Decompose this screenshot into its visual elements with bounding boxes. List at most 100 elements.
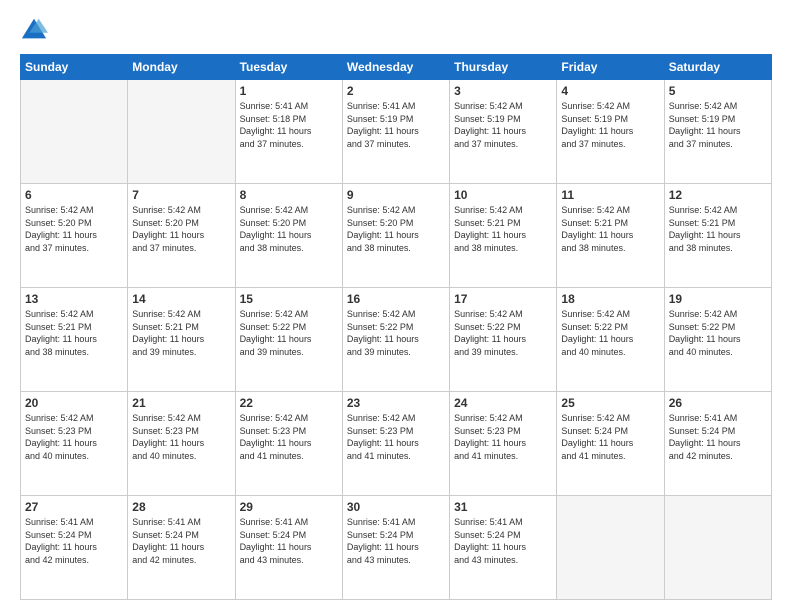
col-header-tuesday: Tuesday bbox=[235, 55, 342, 80]
day-cell: 11 Sunrise: 5:42 AM Sunset: 5:21 PM Dayli… bbox=[557, 184, 664, 288]
day-cell: 10 Sunrise: 5:42 AM Sunset: 5:21 PM Dayli… bbox=[450, 184, 557, 288]
day-cell: 26 Sunrise: 5:41 AM Sunset: 5:24 PM Dayli… bbox=[664, 392, 771, 496]
day-number: 17 bbox=[454, 292, 552, 306]
day-number: 9 bbox=[347, 188, 445, 202]
day-number: 10 bbox=[454, 188, 552, 202]
day-info: Sunrise: 5:42 AM Sunset: 5:20 PM Dayligh… bbox=[240, 204, 338, 254]
col-header-sunday: Sunday bbox=[21, 55, 128, 80]
day-number: 1 bbox=[240, 84, 338, 98]
day-info: Sunrise: 5:42 AM Sunset: 5:23 PM Dayligh… bbox=[347, 412, 445, 462]
day-number: 18 bbox=[561, 292, 659, 306]
week-row-3: 20 Sunrise: 5:42 AM Sunset: 5:23 PM Dayli… bbox=[21, 392, 772, 496]
day-info: Sunrise: 5:41 AM Sunset: 5:19 PM Dayligh… bbox=[347, 100, 445, 150]
day-number: 26 bbox=[669, 396, 767, 410]
day-number: 19 bbox=[669, 292, 767, 306]
day-number: 12 bbox=[669, 188, 767, 202]
day-number: 7 bbox=[132, 188, 230, 202]
day-info: Sunrise: 5:42 AM Sunset: 5:21 PM Dayligh… bbox=[25, 308, 123, 358]
day-cell: 6 Sunrise: 5:42 AM Sunset: 5:20 PM Daylig… bbox=[21, 184, 128, 288]
day-info: Sunrise: 5:42 AM Sunset: 5:21 PM Dayligh… bbox=[454, 204, 552, 254]
day-number: 24 bbox=[454, 396, 552, 410]
day-info: Sunrise: 5:41 AM Sunset: 5:24 PM Dayligh… bbox=[25, 516, 123, 566]
day-info: Sunrise: 5:41 AM Sunset: 5:24 PM Dayligh… bbox=[454, 516, 552, 566]
day-number: 16 bbox=[347, 292, 445, 306]
day-cell: 8 Sunrise: 5:42 AM Sunset: 5:20 PM Daylig… bbox=[235, 184, 342, 288]
day-info: Sunrise: 5:42 AM Sunset: 5:20 PM Dayligh… bbox=[25, 204, 123, 254]
day-number: 2 bbox=[347, 84, 445, 98]
day-number: 4 bbox=[561, 84, 659, 98]
day-cell: 21 Sunrise: 5:42 AM Sunset: 5:23 PM Dayli… bbox=[128, 392, 235, 496]
day-cell: 19 Sunrise: 5:42 AM Sunset: 5:22 PM Dayli… bbox=[664, 288, 771, 392]
page: SundayMondayTuesdayWednesdayThursdayFrid… bbox=[0, 0, 792, 612]
day-cell: 12Sunrise: 5:42 AM Sunset: 5:21 PM Dayli… bbox=[664, 184, 771, 288]
day-number: 14 bbox=[132, 292, 230, 306]
day-number: 8 bbox=[240, 188, 338, 202]
day-number: 20 bbox=[25, 396, 123, 410]
day-info: Sunrise: 5:42 AM Sunset: 5:19 PM Dayligh… bbox=[561, 100, 659, 150]
day-number: 13 bbox=[25, 292, 123, 306]
day-info: Sunrise: 5:42 AM Sunset: 5:20 PM Dayligh… bbox=[347, 204, 445, 254]
day-info: Sunrise: 5:41 AM Sunset: 5:24 PM Dayligh… bbox=[669, 412, 767, 462]
day-cell: 22Sunrise: 5:42 AM Sunset: 5:23 PM Dayli… bbox=[235, 392, 342, 496]
day-cell: 2 Sunrise: 5:41 AM Sunset: 5:19 PM Daylig… bbox=[342, 80, 449, 184]
day-info: Sunrise: 5:42 AM Sunset: 5:20 PM Dayligh… bbox=[132, 204, 230, 254]
day-cell: 23Sunrise: 5:42 AM Sunset: 5:23 PM Dayli… bbox=[342, 392, 449, 496]
day-info: Sunrise: 5:41 AM Sunset: 5:18 PM Dayligh… bbox=[240, 100, 338, 150]
day-cell: 29 Sunrise: 5:41 AM Sunset: 5:24 PM Dayli… bbox=[235, 496, 342, 600]
day-cell: 30Sunrise: 5:41 AM Sunset: 5:24 PM Dayli… bbox=[342, 496, 449, 600]
day-info: Sunrise: 5:42 AM Sunset: 5:22 PM Dayligh… bbox=[669, 308, 767, 358]
logo bbox=[20, 16, 52, 44]
day-number: 22 bbox=[240, 396, 338, 410]
day-cell: 13 Sunrise: 5:42 AM Sunset: 5:21 PM Dayli… bbox=[21, 288, 128, 392]
day-cell: 7 Sunrise: 5:42 AM Sunset: 5:20 PM Daylig… bbox=[128, 184, 235, 288]
day-cell: 9 Sunrise: 5:42 AM Sunset: 5:20 PM Daylig… bbox=[342, 184, 449, 288]
day-cell: 16 Sunrise: 5:42 AM Sunset: 5:22 PM Dayli… bbox=[342, 288, 449, 392]
day-number: 21 bbox=[132, 396, 230, 410]
day-number: 29 bbox=[240, 500, 338, 514]
day-cell: 3 Sunrise: 5:42 AM Sunset: 5:19 PM Daylig… bbox=[450, 80, 557, 184]
day-info: Sunrise: 5:41 AM Sunset: 5:24 PM Dayligh… bbox=[132, 516, 230, 566]
day-number: 25 bbox=[561, 396, 659, 410]
day-info: Sunrise: 5:42 AM Sunset: 5:19 PM Dayligh… bbox=[454, 100, 552, 150]
day-info: Sunrise: 5:42 AM Sunset: 5:21 PM Dayligh… bbox=[132, 308, 230, 358]
day-info: Sunrise: 5:42 AM Sunset: 5:22 PM Dayligh… bbox=[347, 308, 445, 358]
logo-icon bbox=[20, 16, 48, 44]
day-number: 30 bbox=[347, 500, 445, 514]
day-info: Sunrise: 5:42 AM Sunset: 5:22 PM Dayligh… bbox=[561, 308, 659, 358]
header-row: SundayMondayTuesdayWednesdayThursdayFrid… bbox=[21, 55, 772, 80]
day-info: Sunrise: 5:42 AM Sunset: 5:22 PM Dayligh… bbox=[240, 308, 338, 358]
day-number: 11 bbox=[561, 188, 659, 202]
col-header-monday: Monday bbox=[128, 55, 235, 80]
day-number: 28 bbox=[132, 500, 230, 514]
day-info: Sunrise: 5:42 AM Sunset: 5:19 PM Dayligh… bbox=[669, 100, 767, 150]
week-row-2: 13 Sunrise: 5:42 AM Sunset: 5:21 PM Dayli… bbox=[21, 288, 772, 392]
col-header-saturday: Saturday bbox=[664, 55, 771, 80]
day-info: Sunrise: 5:42 AM Sunset: 5:22 PM Dayligh… bbox=[454, 308, 552, 358]
day-cell: 24 Sunrise: 5:42 AM Sunset: 5:23 PM Dayli… bbox=[450, 392, 557, 496]
day-cell: 20Sunrise: 5:42 AM Sunset: 5:23 PM Dayli… bbox=[21, 392, 128, 496]
day-number: 31 bbox=[454, 500, 552, 514]
col-header-friday: Friday bbox=[557, 55, 664, 80]
day-number: 27 bbox=[25, 500, 123, 514]
day-number: 15 bbox=[240, 292, 338, 306]
day-cell bbox=[128, 80, 235, 184]
day-number: 3 bbox=[454, 84, 552, 98]
day-info: Sunrise: 5:41 AM Sunset: 5:24 PM Dayligh… bbox=[240, 516, 338, 566]
day-info: Sunrise: 5:42 AM Sunset: 5:21 PM Dayligh… bbox=[561, 204, 659, 254]
day-cell: 5Sunrise: 5:42 AM Sunset: 5:19 PM Daylig… bbox=[664, 80, 771, 184]
day-cell bbox=[664, 496, 771, 600]
day-info: Sunrise: 5:42 AM Sunset: 5:23 PM Dayligh… bbox=[454, 412, 552, 462]
day-cell: 27 Sunrise: 5:41 AM Sunset: 5:24 PM Dayli… bbox=[21, 496, 128, 600]
day-cell: 17 Sunrise: 5:42 AM Sunset: 5:22 PM Dayli… bbox=[450, 288, 557, 392]
day-cell: 4 Sunrise: 5:42 AM Sunset: 5:19 PM Daylig… bbox=[557, 80, 664, 184]
day-info: Sunrise: 5:42 AM Sunset: 5:24 PM Dayligh… bbox=[561, 412, 659, 462]
header bbox=[20, 16, 772, 44]
week-row-0: 1 Sunrise: 5:41 AM Sunset: 5:18 PM Daylig… bbox=[21, 80, 772, 184]
day-info: Sunrise: 5:42 AM Sunset: 5:23 PM Dayligh… bbox=[132, 412, 230, 462]
day-cell: 14 Sunrise: 5:42 AM Sunset: 5:21 PM Dayli… bbox=[128, 288, 235, 392]
day-number: 6 bbox=[25, 188, 123, 202]
calendar-table: SundayMondayTuesdayWednesdayThursdayFrid… bbox=[20, 54, 772, 600]
day-cell bbox=[21, 80, 128, 184]
day-cell: 15 Sunrise: 5:42 AM Sunset: 5:22 PM Dayli… bbox=[235, 288, 342, 392]
week-row-4: 27 Sunrise: 5:41 AM Sunset: 5:24 PM Dayli… bbox=[21, 496, 772, 600]
